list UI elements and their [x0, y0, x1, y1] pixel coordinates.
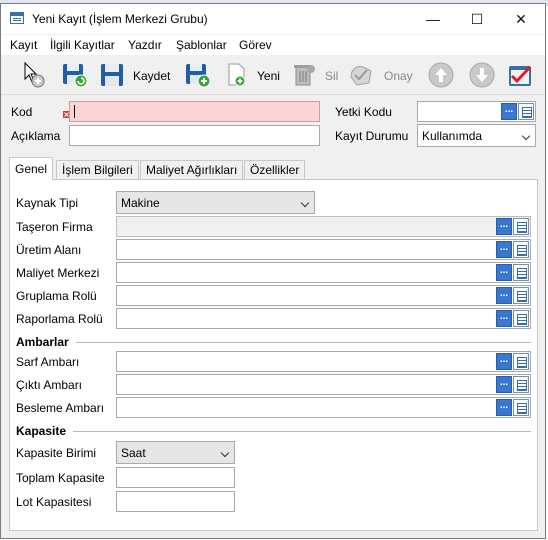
gruplama-rolu-list-button[interactable]	[513, 287, 529, 304]
app-form-icon	[10, 12, 24, 24]
menu-kayit[interactable]: Kayıt	[10, 38, 37, 52]
aciklama-input[interactable]	[69, 125, 320, 146]
text-caret	[74, 105, 75, 118]
delete-icon	[294, 65, 315, 86]
kaynak-tipi-select[interactable]: Makine	[116, 191, 315, 214]
kod-input[interactable]	[69, 101, 320, 122]
gruplama-rolu-label: Gruplama Rolü	[16, 289, 97, 303]
window-title: Yeni Kayıt (İşlem Merkezi Grubu)	[32, 12, 208, 26]
uretim-alani-lookup-button[interactable]: ...	[496, 241, 512, 258]
lot-kapasitesi-input[interactable]	[116, 491, 235, 512]
cikti-ambari-lookup-button[interactable]: ...	[496, 376, 512, 393]
tab-maliyet-agirliklari[interactable]: Maliyet Ağırlıkları	[140, 160, 244, 179]
new-document-icon[interactable]	[223, 61, 251, 89]
kayit-durumu-select[interactable]: Kullanımda	[417, 124, 536, 147]
tab-islem-bilgileri[interactable]: İşlem Bilgileri	[56, 160, 139, 179]
maliyet-merkezi-input[interactable]: ...	[116, 262, 531, 283]
genel-tab-page: Kaynak Tipi Makine Taşeron Firma ... Üre…	[9, 179, 538, 531]
delete-button-label: Sil	[325, 69, 339, 83]
chevron-down-icon	[220, 448, 230, 458]
new-record-cursor-icon[interactable]	[21, 61, 49, 89]
kapasite-divider	[73, 431, 531, 432]
title-bar: Yeni Kayıt (İşlem Merkezi Grubu) — ☐ ✕	[1, 4, 545, 34]
record-window: Yeni Kayıt (İşlem Merkezi Grubu) — ☐ ✕ K…	[0, 3, 546, 539]
sarf-ambari-input[interactable]: ...	[116, 351, 531, 372]
aciklama-label: Açıklama	[11, 129, 61, 143]
maliyet-merkezi-lookup-button[interactable]: ...	[496, 264, 512, 281]
cikti-ambari-label: Çıktı Ambarı	[16, 378, 83, 392]
raporlama-rolu-list-button[interactable]	[513, 310, 529, 327]
maliyet-merkezi-label: Maliyet Merkezi	[16, 266, 100, 280]
approve-icon	[350, 66, 372, 86]
ambarlar-divider	[76, 342, 531, 343]
taseron-firma-input: ...	[116, 216, 531, 237]
kapasite-birimi-select[interactable]: Saat	[116, 441, 235, 464]
kapasite-section-title: Kapasite	[16, 424, 67, 438]
toolbar: Kaydet Yeni Sil Onay	[1, 55, 545, 95]
gruplama-rolu-lookup-button[interactable]: ...	[496, 287, 512, 304]
menu-ilgili-kayitlar[interactable]: İlgili Kayıtlar	[50, 38, 115, 52]
yetki-kodu-input[interactable]: ...	[417, 101, 536, 122]
yetki-kodu-list-button[interactable]	[518, 103, 534, 120]
chevron-down-icon	[521, 131, 531, 141]
kayit-durumu-label: Kayıt Durumu	[335, 129, 409, 143]
besleme-ambari-list-button[interactable]	[513, 399, 529, 416]
save-button-label[interactable]: Kaydet	[133, 69, 170, 83]
checklist-icon[interactable]	[506, 61, 534, 89]
uretim-alani-label: Üretim Alanı	[16, 243, 82, 257]
lot-kapasitesi-label: Lot Kapasitesi	[16, 495, 92, 509]
toplam-kapasite-label: Toplam Kapasite	[16, 471, 105, 485]
cikti-ambari-list-button[interactable]	[513, 376, 529, 393]
save-icon[interactable]	[98, 61, 126, 89]
raporlama-rolu-label: Raporlama Rolü	[16, 312, 103, 326]
kaynak-tipi-value: Makine	[121, 196, 160, 210]
uretim-alani-input[interactable]: ...	[116, 239, 531, 260]
kapasite-birimi-label: Kapasite Birimi	[16, 446, 97, 460]
kayit-durumu-value: Kullanımda	[422, 129, 483, 143]
besleme-ambari-label: Besleme Ambarı	[16, 401, 105, 415]
besleme-ambari-input[interactable]: ...	[116, 397, 531, 418]
kapasite-birimi-value: Saat	[121, 446, 146, 460]
menu-yazdir[interactable]: Yazdır	[128, 38, 162, 52]
kaynak-tipi-label: Kaynak Tipi	[16, 196, 79, 210]
arrow-down-icon	[469, 62, 495, 88]
tab-ozellikler[interactable]: Özellikler	[244, 160, 306, 179]
close-button[interactable]: ✕	[499, 4, 543, 34]
arrow-up-icon	[428, 62, 454, 88]
toplam-kapasite-input[interactable]	[116, 467, 235, 488]
taseron-firma-lookup-button[interactable]: ...	[496, 218, 512, 235]
save-and-new-icon[interactable]	[184, 61, 212, 89]
maliyet-merkezi-list-button[interactable]	[513, 264, 529, 281]
new-button-label[interactable]: Yeni	[257, 69, 280, 83]
gruplama-rolu-input[interactable]: ...	[116, 285, 531, 306]
yetki-kodu-label: Yetki Kodu	[335, 105, 392, 119]
menu-sablonlar[interactable]: Şablonlar	[176, 38, 227, 52]
chevron-down-icon	[300, 198, 310, 208]
sarf-ambari-lookup-button[interactable]: ...	[496, 353, 512, 370]
taseron-firma-label: Taşeron Firma	[16, 220, 93, 234]
cikti-ambari-input[interactable]: ...	[116, 374, 531, 395]
besleme-ambari-lookup-button[interactable]: ...	[496, 399, 512, 416]
raporlama-rolu-lookup-button[interactable]: ...	[496, 310, 512, 327]
ambarlar-section-title: Ambarlar	[16, 335, 69, 349]
menu-gorev[interactable]: Görev	[239, 38, 272, 52]
menu-bar: Kayıt İlgili Kayıtlar Yazdır Şablonlar G…	[1, 35, 545, 55]
yetki-kodu-lookup-button[interactable]: ...	[501, 103, 517, 120]
maximize-button[interactable]: ☐	[455, 4, 499, 34]
uretim-alani-list-button[interactable]	[513, 241, 529, 258]
taseron-firma-list-button[interactable]	[513, 218, 529, 235]
kod-label: Kod	[11, 105, 33, 119]
tab-genel[interactable]: Genel	[9, 157, 54, 180]
approve-button-label: Onay	[384, 69, 413, 83]
raporlama-rolu-input[interactable]: ...	[116, 308, 531, 329]
minimize-button[interactable]: —	[411, 4, 455, 34]
sarf-ambari-list-button[interactable]	[513, 353, 529, 370]
save-and-refresh-icon[interactable]	[61, 61, 89, 89]
sarf-ambari-label: Sarf Ambarı	[16, 355, 80, 369]
